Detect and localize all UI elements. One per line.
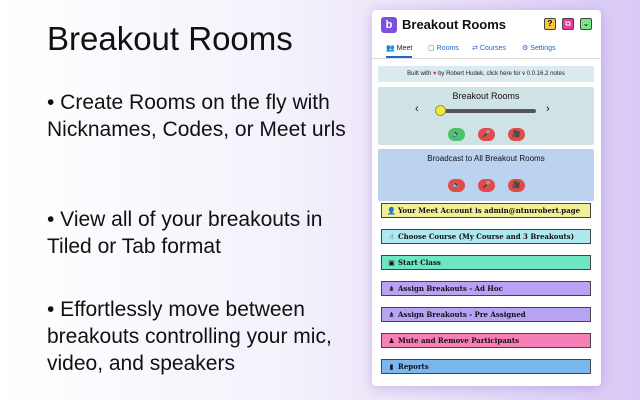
mute-remove-label: Mute and Remove Participants (398, 336, 520, 345)
people-icon: 👥 (386, 45, 395, 52)
collapse-button[interactable]: ⌄ (580, 18, 592, 30)
start-class-label: Start Class (398, 258, 441, 267)
room-slider[interactable] (438, 109, 536, 113)
promo-bullet-view-breakouts: • View all of your breakouts in Tiled or… (47, 208, 323, 258)
promo-heading: Breakout Rooms (47, 20, 293, 57)
window-icon: ▢ (428, 45, 435, 52)
popup-header: b Breakout Rooms ? ⧉ ⌄ (372, 10, 601, 40)
person-icon: ♟ (388, 337, 395, 345)
gear-icon: ⚙ (522, 45, 529, 52)
pointer-icon: ☝ (389, 233, 394, 241)
extension-popup: b Breakout Rooms ? ⧉ ⌄ 👥 Meet ▢ Rooms ⇄ Cou… (372, 10, 601, 386)
video-toggle-button[interactable]: 🎥 (508, 128, 525, 141)
broadcast-title: Broadcast to All Breakout Rooms (427, 154, 545, 163)
broadcast-mic-button[interactable]: 🎤 (478, 179, 495, 192)
tab-courses[interactable]: ⇄ Courses (472, 42, 506, 58)
notice-text-after: by Robert Hudek, click here for v 0.0.16… (436, 71, 565, 77)
broadcast-speaker-button[interactable]: 🔈 (448, 179, 465, 192)
prev-room-button[interactable]: ‹ (415, 103, 419, 115)
mic-toggle-button[interactable]: 🎤 (478, 128, 495, 141)
logo-icon: b (381, 17, 397, 33)
release-notes-link[interactable]: Built with ♥ by Robert Hudek, click here… (378, 66, 594, 82)
reports-label: Reports (398, 362, 429, 371)
tab-rooms-label: Rooms (436, 45, 459, 52)
mute-remove-button[interactable]: ♟ Mute and Remove Participants (381, 333, 591, 348)
speaker-toggle-button[interactable]: 🔈 (448, 128, 465, 141)
tab-meet[interactable]: 👥 Meet (386, 42, 413, 58)
room-control-title: Breakout Rooms (452, 91, 520, 101)
tab-courses-label: Courses (479, 45, 506, 52)
sitemap-icon: ⋔ (388, 311, 395, 319)
promo-bullet-create-rooms: • Create Rooms on the fly with Nicknames… (47, 91, 346, 141)
start-class-button[interactable]: ▣ Start Class (381, 255, 591, 270)
breakout-room-control: Breakout Rooms ‹ › 🔈 🎤 🎥 (378, 87, 594, 145)
tab-rooms[interactable]: ▢ Rooms (428, 42, 459, 58)
next-room-button[interactable]: › (546, 103, 550, 115)
broadcast-video-button[interactable]: 🎥 (508, 179, 525, 192)
reports-button[interactable]: ▮ Reports (381, 359, 591, 374)
tab-settings-label: Settings (530, 45, 556, 52)
assign-pre-assigned-label: Assign Breakouts - Pre Assigned (398, 310, 526, 319)
assign-ad-hoc-button[interactable]: ⋔ Assign Breakouts - Ad Hoc (381, 281, 591, 296)
notice-text-before: Built with (407, 71, 433, 77)
tab-settings[interactable]: ⚙ Settings (522, 42, 556, 58)
popup-title: Breakout Rooms (402, 17, 507, 32)
meet-account-label: Your Meet Account is admin@ntnurobert.pa… (398, 206, 581, 215)
meet-account-button[interactable]: 👤 Your Meet Account is admin@ntnurobert.p… (381, 203, 591, 218)
user-icon: 👤 (387, 207, 396, 215)
help-button[interactable]: ? (544, 18, 556, 30)
promo-bullet-move-between: • Effortlessly move between breakouts co… (47, 298, 332, 375)
broadcast-control: Broadcast to All Breakout Rooms 🔈 🎤 🎥 (378, 149, 594, 201)
popout-button[interactable]: ⧉ (562, 18, 574, 30)
room-slider-handle[interactable] (435, 105, 446, 116)
tab-meet-label: Meet (396, 45, 413, 52)
exchange-icon: ⇄ (472, 45, 478, 52)
report-icon: ▮ (389, 363, 394, 371)
sitemap-icon: ⋔ (388, 285, 395, 293)
tab-bar: 👥 Meet ▢ Rooms ⇄ Courses ⚙ Settings (372, 41, 601, 59)
choose-course-button[interactable]: ☝ Choose Course (My Course and 3 Breakout… (381, 229, 591, 244)
assign-pre-assigned-button[interactable]: ⋔ Assign Breakouts - Pre Assigned (381, 307, 591, 322)
screen-icon: ▣ (388, 259, 395, 267)
assign-ad-hoc-label: Assign Breakouts - Ad Hoc (398, 284, 503, 293)
choose-course-label: Choose Course (My Course and 3 Breakouts… (398, 232, 575, 241)
